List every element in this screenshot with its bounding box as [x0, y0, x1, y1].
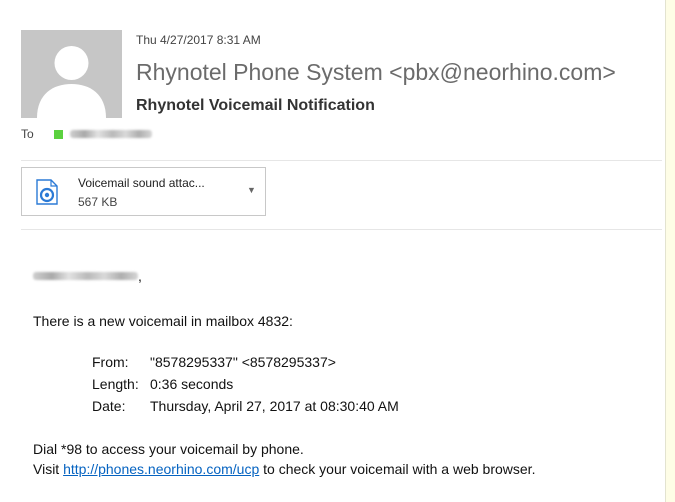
chevron-down-icon[interactable]: ▼ [247, 185, 256, 195]
attachment-size: 567 KB [78, 195, 118, 209]
visit-prefix: Visit [33, 461, 60, 477]
length-row: Length: 0:36 seconds [92, 376, 233, 392]
message-subject: Rhynotel Voicemail Notification [136, 97, 375, 114]
intro-text: There is a new voicemail in mailbox 4832… [33, 313, 293, 329]
from-value: "8578295337" <8578295337> [150, 354, 336, 370]
presence-indicator [53, 129, 63, 139]
dial-instructions: Dial *98 to access your voicemail by pho… [33, 441, 304, 457]
greeting-name-redacted [33, 272, 138, 280]
sender-name[interactable]: Rhynotel Phone System <pbx@neorhino.com> [136, 59, 616, 86]
attachment-divider [21, 229, 662, 230]
avatar[interactable] [21, 30, 122, 118]
reading-pane: Thu 4/27/2017 8:31 AM Rhynotel Phone Sys… [0, 0, 666, 502]
person-placeholder-icon [21, 30, 122, 118]
header-divider [21, 160, 662, 161]
length-label: Length: [92, 376, 139, 392]
attachment-name: Voicemail sound attac... [78, 176, 205, 190]
recipient-redacted[interactable] [69, 130, 152, 138]
from-label: From: [92, 354, 129, 370]
greeting-comma: , [138, 268, 142, 284]
date-row: Date: Thursday, April 27, 2017 at 08:30:4… [92, 398, 399, 414]
recipients-row: To [21, 127, 152, 141]
visit-suffix: to check your voicemail with a web brows… [263, 461, 536, 477]
message-date: Thu 4/27/2017 8:31 AM [136, 33, 261, 47]
length-value: 0:36 seconds [150, 376, 234, 392]
date-label: Date: [92, 398, 126, 414]
to-label: To [21, 127, 34, 141]
visit-instructions: Visit http://phones.neorhino.com/ucp to … [33, 461, 535, 477]
from-row: From: "8578295337" <8578295337> [92, 354, 336, 370]
date-value: Thursday, April 27, 2017 at 08:30:40 AM [150, 398, 399, 414]
greeting: , [33, 268, 142, 284]
audio-file-icon [36, 179, 58, 205]
ucp-link[interactable]: http://phones.neorhino.com/ucp [63, 461, 259, 477]
attachment-card[interactable]: Voicemail sound attac... 567 KB ▼ [21, 167, 266, 216]
